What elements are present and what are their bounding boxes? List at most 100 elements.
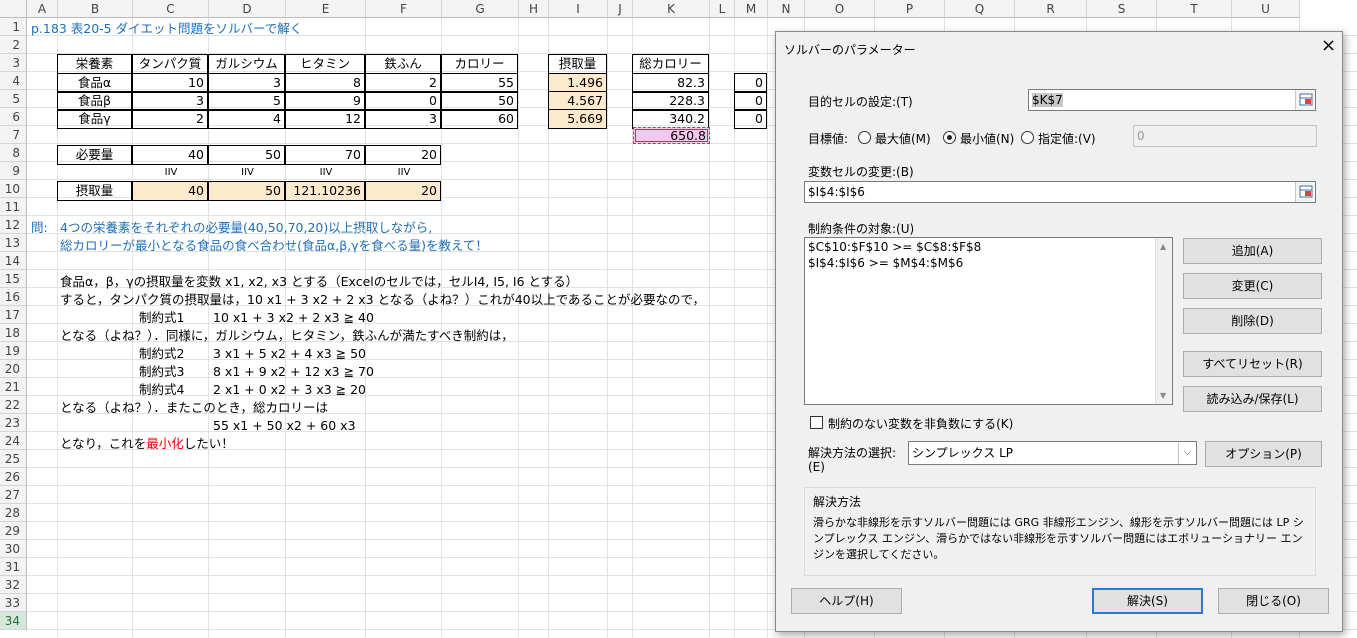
options-button[interactable]: オプション(P): [1205, 441, 1322, 467]
calorie-value[interactable]: 60: [441, 109, 518, 129]
required-vitamin[interactable]: 70: [285, 145, 365, 165]
value-field[interactable]: 0: [1133, 125, 1317, 147]
column-header[interactable]: Q: [945, 0, 1015, 18]
intake-value[interactable]: 5.669: [548, 109, 607, 129]
header-total-calorie[interactable]: 総カロリー: [632, 54, 709, 74]
vitamin-value[interactable]: 8: [285, 73, 365, 93]
nonneg-checkbox[interactable]: [810, 416, 823, 429]
total-calorie-value[interactable]: 340.2: [632, 109, 709, 129]
lower-bound-value[interactable]: 0: [734, 73, 767, 93]
intake-value[interactable]: 1.496: [548, 73, 607, 93]
column-header[interactable]: E: [286, 0, 366, 18]
reset-all-button[interactable]: すべてリセット(R): [1183, 351, 1322, 377]
required-protein[interactable]: 40: [132, 145, 208, 165]
calorie-value[interactable]: 55: [441, 73, 518, 93]
delete-button[interactable]: 削除(D): [1183, 308, 1322, 334]
row-header[interactable]: 7: [0, 126, 27, 144]
row-header[interactable]: 32: [0, 576, 27, 594]
iron-value[interactable]: 3: [365, 109, 441, 129]
row-header[interactable]: 19: [0, 342, 27, 360]
row-header[interactable]: 26: [0, 468, 27, 486]
row-header[interactable]: 13: [0, 234, 27, 252]
calorie-value[interactable]: 50: [441, 91, 518, 111]
row-header[interactable]: 8: [0, 144, 27, 162]
header-calorie[interactable]: カロリー: [441, 54, 518, 74]
help-button[interactable]: ヘルプ(H): [791, 588, 902, 614]
header-intake[interactable]: 摂取量: [548, 54, 607, 74]
vitamin-value[interactable]: 9: [285, 91, 365, 111]
row-header[interactable]: 15: [0, 270, 27, 288]
food-name[interactable]: 食品γ: [57, 109, 132, 129]
lower-bound-value[interactable]: 0: [734, 91, 767, 111]
row-header[interactable]: 16: [0, 288, 27, 306]
radio-min[interactable]: [943, 131, 956, 144]
protein-value[interactable]: 2: [132, 109, 208, 129]
iron-value[interactable]: 2: [365, 73, 441, 93]
row-header[interactable]: 12: [0, 216, 27, 234]
column-header[interactable]: O: [805, 0, 875, 18]
scroll-up-icon[interactable]: ▲: [1160, 242, 1166, 251]
header-protein[interactable]: タンパク質: [132, 54, 208, 74]
row-header[interactable]: 5: [0, 90, 27, 108]
row-header[interactable]: 24: [0, 432, 27, 450]
column-header[interactable]: N: [768, 0, 805, 18]
range-select-icon[interactable]: [1295, 90, 1315, 110]
row-header[interactable]: 34: [0, 612, 27, 630]
column-header[interactable]: L: [710, 0, 735, 18]
row-header[interactable]: 4: [0, 72, 27, 90]
iron-value[interactable]: 0: [365, 91, 441, 111]
total-calorie-cell[interactable]: 650.8: [633, 127, 710, 144]
row-header[interactable]: 3: [0, 54, 27, 72]
change-button[interactable]: 変更(C): [1183, 273, 1322, 299]
food-name[interactable]: 食品α: [57, 73, 132, 93]
row-header[interactable]: 14: [0, 252, 27, 270]
intake-iron[interactable]: 20: [365, 181, 441, 201]
solve-button[interactable]: 解決(S): [1092, 588, 1203, 614]
constraint-item[interactable]: $C$10:$F$10 >= $C$8:$F$8: [808, 240, 981, 254]
calcium-value[interactable]: 4: [208, 109, 285, 129]
add-button[interactable]: 追加(A): [1183, 238, 1322, 264]
calcium-value[interactable]: 5: [208, 91, 285, 111]
close-button[interactable]: 閉じる(O): [1218, 588, 1329, 614]
column-header[interactable]: B: [58, 0, 133, 18]
column-header[interactable]: M: [735, 0, 768, 18]
row-header[interactable]: 17: [0, 306, 27, 324]
select-all-corner[interactable]: [0, 0, 27, 18]
column-header[interactable]: I: [549, 0, 608, 18]
constraint-item[interactable]: $I$4:$I$6 >= $M$4:$M$6: [808, 256, 963, 270]
intake-value[interactable]: 4.567: [548, 91, 607, 111]
range-select-icon[interactable]: [1295, 182, 1315, 202]
column-header[interactable]: J: [608, 0, 633, 18]
radio-max[interactable]: [858, 131, 871, 144]
vitamin-value[interactable]: 12: [285, 109, 365, 129]
required-calcium[interactable]: 50: [208, 145, 285, 165]
row-header[interactable]: 21: [0, 378, 27, 396]
row-header[interactable]: 1: [0, 18, 27, 36]
row-header[interactable]: 28: [0, 504, 27, 522]
column-header[interactable]: S: [1087, 0, 1157, 18]
required-iron[interactable]: 20: [365, 145, 441, 165]
intake-protein[interactable]: 40: [132, 181, 208, 201]
row-header[interactable]: 11: [0, 198, 27, 216]
food-name[interactable]: 食品β: [57, 91, 132, 111]
column-header[interactable]: C: [133, 0, 209, 18]
column-header[interactable]: D: [209, 0, 286, 18]
scroll-down-icon[interactable]: ▼: [1160, 391, 1166, 400]
radio-min-label[interactable]: 最小値(N): [960, 130, 1014, 147]
nonneg-label[interactable]: 制約のない変数を非負数にする(K): [828, 415, 1013, 432]
column-header[interactable]: U: [1232, 0, 1300, 18]
method-select[interactable]: シンプレックス LP ⌵: [908, 441, 1197, 465]
radio-max-label[interactable]: 最大値(M): [875, 130, 931, 147]
row-header[interactable]: 6: [0, 108, 27, 126]
load-save-button[interactable]: 読み込み/保存(L): [1183, 386, 1322, 412]
row-header[interactable]: 31: [0, 558, 27, 576]
column-header[interactable]: F: [366, 0, 442, 18]
column-header[interactable]: P: [875, 0, 945, 18]
radio-value[interactable]: [1021, 131, 1034, 144]
constraints-list[interactable]: $C$10:$F$10 >= $C$8:$F$8 $I$4:$I$6 >= $M…: [804, 237, 1173, 405]
protein-value[interactable]: 10: [132, 73, 208, 93]
header-iron[interactable]: 鉄ふん: [365, 54, 441, 74]
column-header[interactable]: H: [519, 0, 549, 18]
intake-vitamin[interactable]: 121.10236: [285, 181, 365, 201]
row-header[interactable]: 10: [0, 180, 27, 198]
